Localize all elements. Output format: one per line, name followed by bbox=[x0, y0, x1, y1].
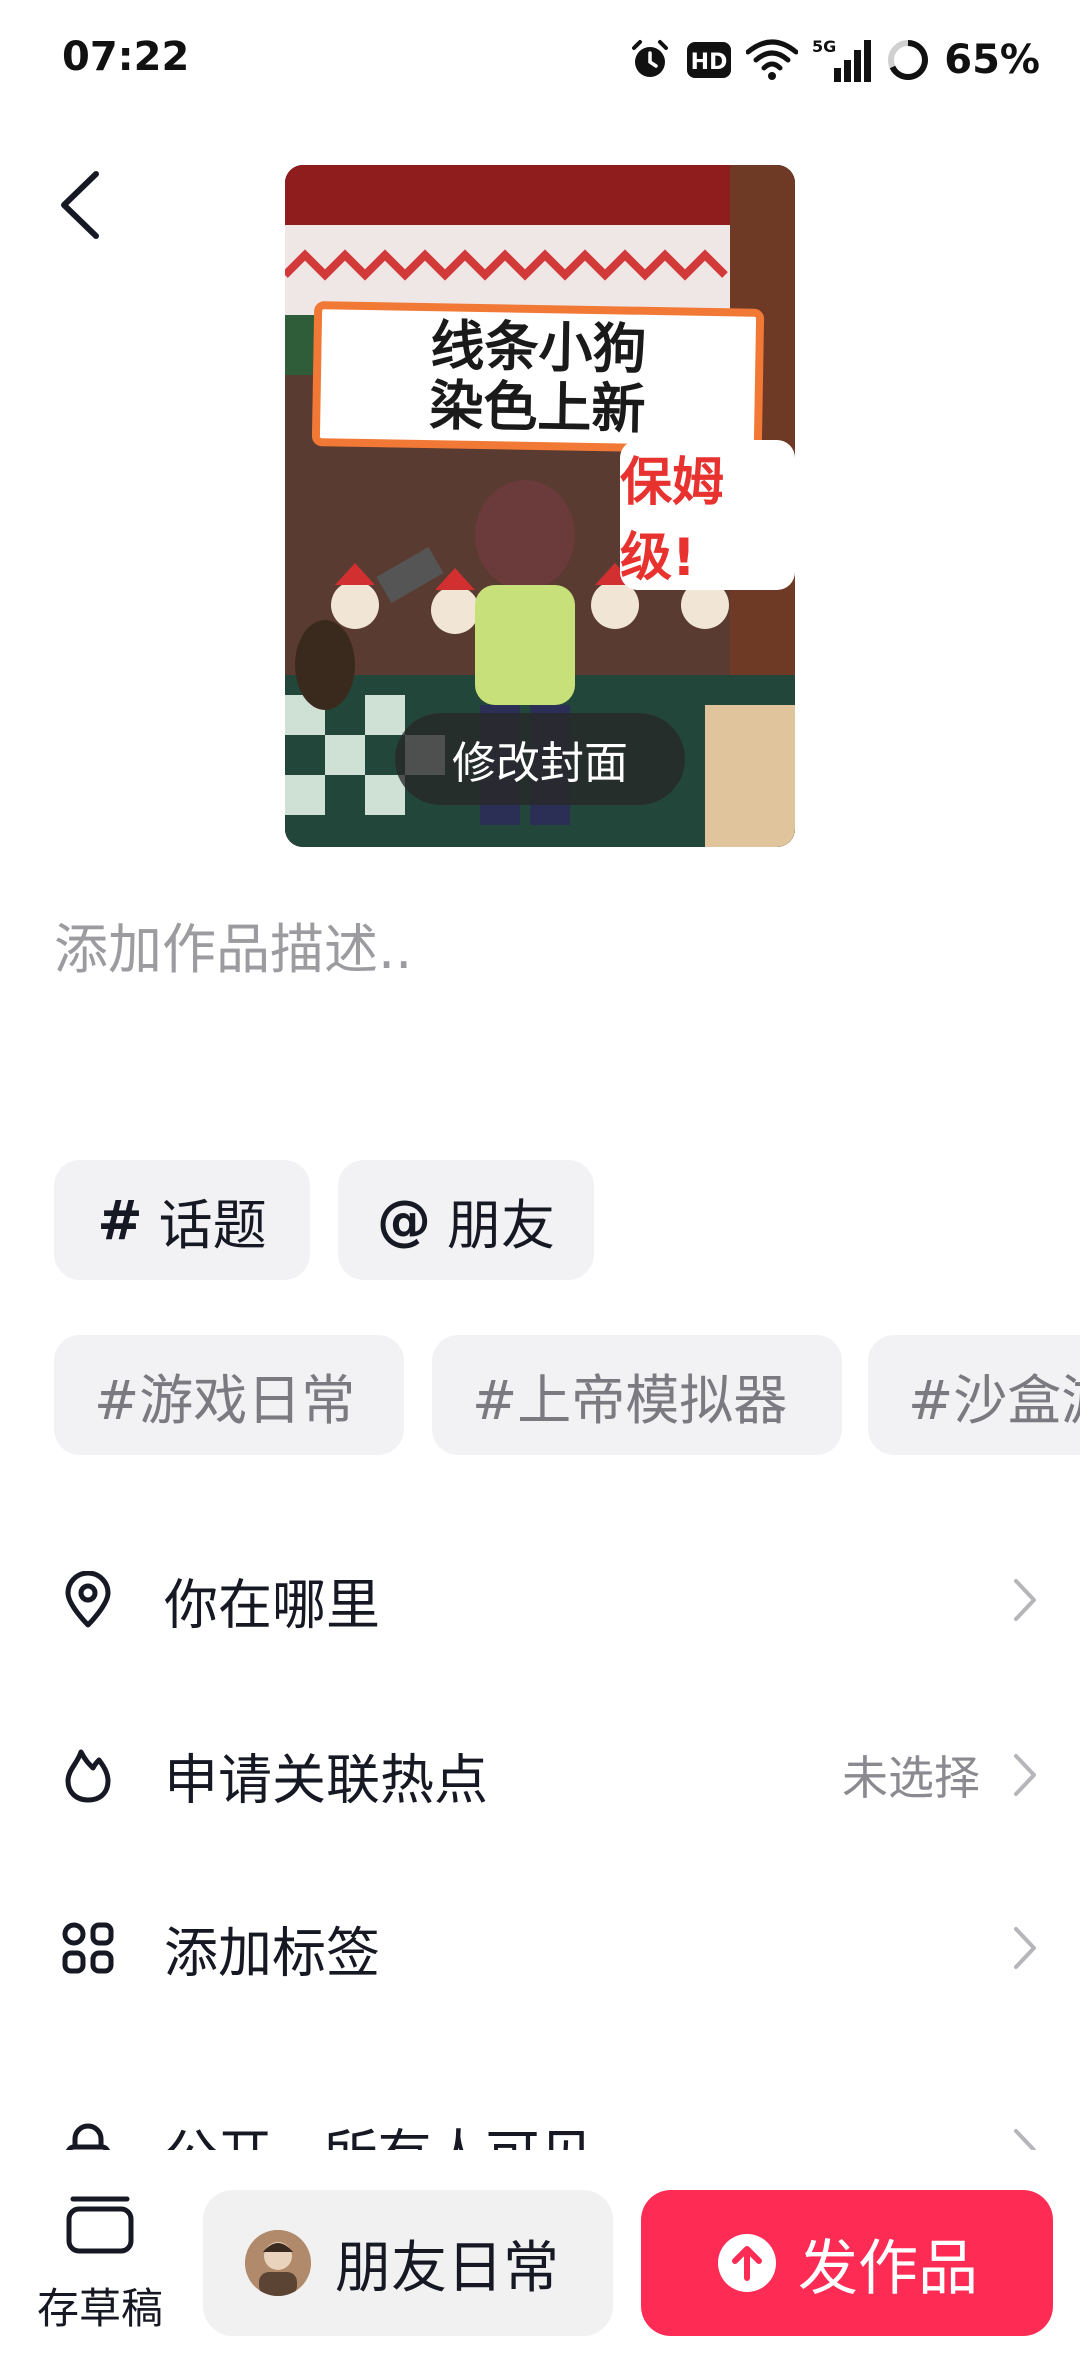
chevron-left-icon bbox=[61, 171, 99, 239]
back-button[interactable] bbox=[50, 165, 110, 245]
chevron-right-icon bbox=[1014, 2129, 1036, 2150]
flame-icon bbox=[65, 1749, 111, 1803]
hd-icon: HD bbox=[687, 42, 732, 78]
cover-title-line1: 线条小狗 bbox=[429, 313, 648, 381]
save-draft-label: 存草稿 bbox=[36, 2284, 163, 2333]
grid-icon bbox=[62, 1922, 114, 1974]
cover-badge: 保姆级! bbox=[620, 440, 795, 590]
mention-chip[interactable]: @ 朋友 bbox=[338, 1160, 594, 1280]
cover-title-card: 线条小狗 染色上新 bbox=[311, 301, 765, 454]
chevron-right-icon bbox=[1014, 1927, 1036, 1969]
at-icon: @ bbox=[377, 1188, 431, 1252]
location-row[interactable]: 你在哪里 bbox=[0, 1525, 1080, 1675]
status-time: 07:22 bbox=[62, 34, 190, 80]
topic-chip[interactable]: # 话题 bbox=[54, 1160, 310, 1280]
alarm-icon bbox=[632, 40, 669, 77]
mention-chip-label: 朋友 bbox=[447, 1193, 555, 1257]
chevron-right-icon bbox=[1014, 1579, 1036, 1621]
hashtag-icon: # bbox=[97, 1188, 143, 1252]
hotspot-label: 申请关联热点 bbox=[164, 1748, 488, 1812]
suggested-tag[interactable]: #游戏日常 bbox=[54, 1335, 404, 1455]
suggested-tag[interactable]: #沙盒游 bbox=[868, 1335, 1080, 1455]
location-pin-icon bbox=[65, 1571, 111, 1628]
svg-text:HD: HD bbox=[691, 50, 728, 75]
cover-title-line2: 染色上新 bbox=[428, 373, 647, 441]
topic-chip-label: 话题 bbox=[158, 1193, 267, 1257]
visibility-label: 公开 · 所有人可见 bbox=[164, 2111, 594, 2151]
hotspot-value: 未选择 bbox=[842, 1751, 980, 1805]
upload-arrow-icon bbox=[718, 2234, 776, 2292]
friends-circle-label: 朋友日常 bbox=[335, 2235, 559, 2301]
suggested-tag[interactable]: #上帝模拟器 bbox=[432, 1335, 842, 1455]
lock-icon bbox=[66, 2123, 110, 2150]
avatar bbox=[245, 2230, 311, 2296]
add-tag-row[interactable]: 添加标签 bbox=[0, 1873, 1080, 2023]
chevron-right-icon bbox=[1014, 1754, 1036, 1796]
status-bar: 07:22 HD 5G 65% bbox=[0, 0, 1080, 120]
add-tag-label: 添加标签 bbox=[164, 1921, 380, 1985]
wifi-icon bbox=[746, 39, 799, 80]
draft-box-icon bbox=[66, 2196, 134, 2254]
friends-circle-button[interactable]: 朋友日常 bbox=[203, 2190, 613, 2336]
battery-percent: 65% bbox=[944, 37, 1040, 83]
cover-image[interactable]: 线条小狗 染色上新 保姆级! 修改封面 bbox=[285, 165, 795, 847]
save-draft-button[interactable]: 存草稿 bbox=[30, 2195, 170, 2333]
visibility-row[interactable]: 公开 · 所有人可见 bbox=[0, 2050, 1080, 2150]
avatar-image bbox=[245, 2230, 311, 2296]
publish-button[interactable]: 发作品 bbox=[641, 2190, 1053, 2336]
publish-label: 发作品 bbox=[798, 2233, 978, 2304]
location-label: 你在哪里 bbox=[164, 1573, 380, 1637]
edit-cover-button[interactable]: 修改封面 bbox=[395, 713, 685, 805]
5g-signal-icon: 5G bbox=[812, 37, 872, 82]
description-input[interactable]: 添加作品描述.. bbox=[54, 905, 412, 984]
battery-icon bbox=[888, 40, 929, 80]
status-icons: HD 5G 65% bbox=[628, 30, 1040, 90]
hotspot-row[interactable]: 申请关联热点 未选择 bbox=[0, 1700, 1080, 1850]
svg-text:5G: 5G bbox=[812, 37, 836, 56]
